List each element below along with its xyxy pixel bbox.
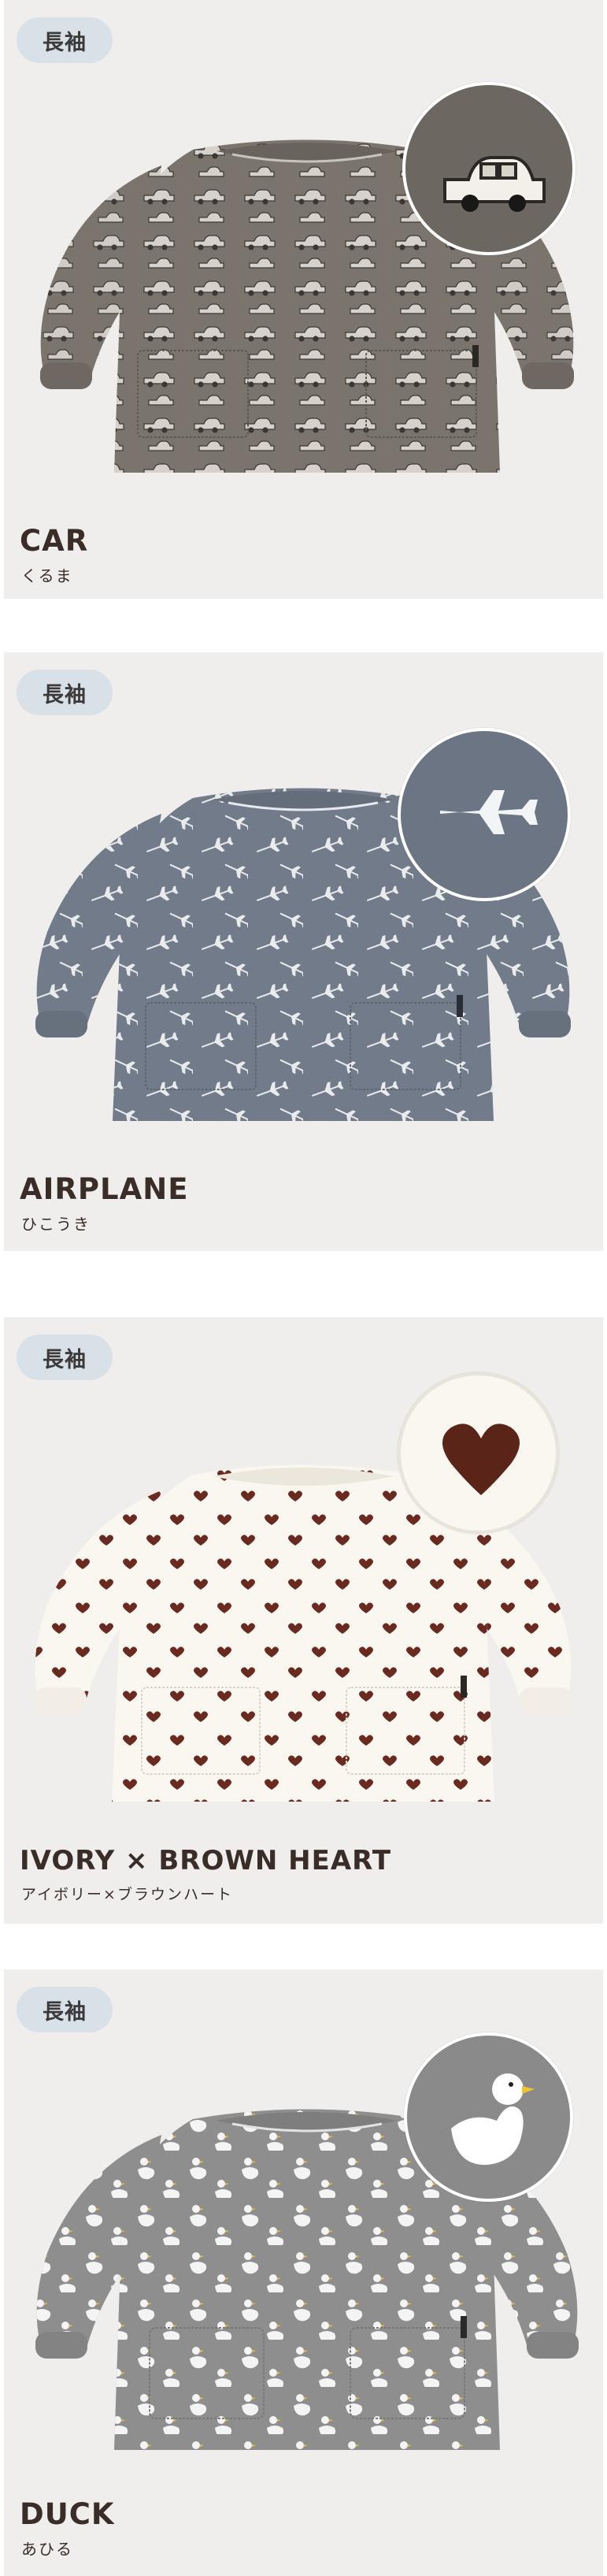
detail-zoom-airplane	[398, 728, 571, 901]
car-icon	[443, 156, 546, 212]
product-name: CAR	[20, 524, 89, 558]
sleeve-badge: 長袖	[17, 1334, 113, 1380]
product-name-kana: アイボリー×ブラウンハート	[21, 1886, 233, 1903]
detail-zoom-duck	[404, 2032, 573, 2202]
sleeve-badge: 長袖	[17, 1987, 113, 2032]
product-card-airplane: 長袖 AIRPLANE ひこうき	[4, 652, 603, 1251]
product-name-kana: ひこうき	[21, 1215, 91, 1234]
product-name: IVORY × BROWN HEART	[20, 1845, 392, 1876]
sleeve-badge: 長袖	[17, 17, 113, 63]
detail-zoom-car	[402, 82, 576, 255]
product-name: AIRPLANE	[20, 1172, 189, 1206]
detail-zoom-heart	[398, 1372, 559, 1534]
product-card-heart: 長袖 IVORY × BROWN HEART アイボリー×ブラウンハート	[4, 1317, 603, 1924]
airplane-icon	[440, 790, 538, 834]
product-card-duck: 長袖 DUCK あひる	[4, 1969, 603, 2576]
product-name-kana: くるま	[21, 566, 73, 585]
heart-icon	[442, 1423, 520, 1495]
product-name: DUCK	[20, 2497, 115, 2531]
duck-icon	[451, 2073, 535, 2166]
product-card-car: 長袖 CAR くるま	[4, 0, 603, 599]
sleeve-badge: 長袖	[17, 670, 113, 715]
product-name-kana: あひる	[21, 2540, 73, 2559]
